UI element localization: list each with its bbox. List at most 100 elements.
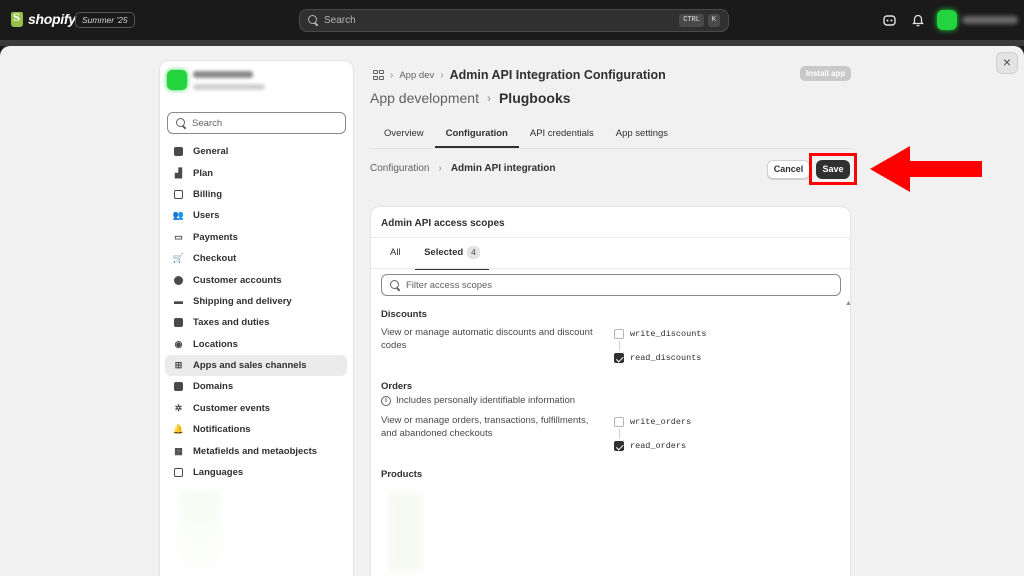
group-description-orders: View or manage orders, transactions, ful… [381,415,589,439]
sidebar-item-label: Taxes and duties [193,317,270,329]
app-tabs: Overview Configuration API credentials A… [373,120,679,150]
group-title-discounts: Discounts [381,309,427,320]
selected-count-badge: 4 [467,246,480,259]
sub-breadcrumb: Configuration › Admin API integration [370,163,555,174]
scope-dependency-line [619,429,620,439]
card-divider [371,268,850,269]
truck-icon: ▬ [174,296,183,307]
store-switcher[interactable] [937,10,1019,30]
tab-overview[interactable]: Overview [373,120,435,148]
sidebar-item-label: Customer accounts [193,274,282,286]
card-title: Admin API access scopes [381,218,505,229]
pii-notice: i Includes personally identifiable infor… [381,395,575,406]
close-icon: × [1002,54,1012,70]
apps-icon[interactable] [373,69,384,81]
taxes-icon [173,317,184,328]
edition-badge: Summer '25 [75,12,135,28]
search-placeholder: Search [324,15,356,26]
sidebar-store-header [167,68,265,90]
red-arrow-annotation [870,146,982,192]
events-icon: ✲ [174,402,183,413]
tab-app-settings[interactable]: App settings [605,120,679,148]
metafields-icon: ▦ [174,445,183,456]
access-scopes-card: Admin API access scopes All Selected 4 Fi… [370,206,852,576]
help-icon[interactable] [881,12,897,28]
scope-write-discounts[interactable]: write_discounts [614,329,707,339]
shopify-bag-icon [11,11,23,27]
sub-breadcrumb-configuration[interactable]: Configuration [370,163,429,174]
scope-read-discounts[interactable]: read_discounts [614,353,701,363]
breadcrumb-app-dev[interactable]: App dev [399,70,434,81]
checkbox-checked[interactable] [614,353,624,363]
sidebar-item-checkout[interactable]: 🛒 Checkout [165,248,347,269]
checkbox-unchecked[interactable] [614,329,624,339]
sidebar-item-label: Metafields and metaobjects [193,445,318,457]
sidebar-item-metafields[interactable]: ▦ Metafields and metaobjects [165,440,347,461]
store-avatar [937,10,957,30]
filter-scopes-input[interactable]: Filter access scopes [381,274,841,296]
heading-parent-link[interactable]: App development [370,90,479,106]
sidebar-item-customer-accounts[interactable]: Customer accounts [165,269,347,290]
sidebar-item-general[interactable]: General [165,141,347,162]
sidebar-item-users[interactable]: 👥 Users [165,205,347,226]
scope-label: read_discounts [630,353,702,363]
scope-read-orders[interactable]: read_orders [614,441,686,451]
breadcrumb: › App dev › Admin API Integration Config… [373,68,666,82]
global-search-input[interactable]: Search CTRL K [299,9,729,32]
sidebar-item-apps-and-sales-channels[interactable]: ⊞ Apps and sales channels [165,354,347,377]
billing-icon [173,189,184,200]
store-name-redacted [962,16,1018,24]
close-settings-button[interactable]: × [996,52,1018,74]
globe-icon [173,381,184,392]
group-description-discounts: View or manage automatic discounts and d… [381,327,593,351]
language-icon [173,467,184,478]
scroll-up-icon[interactable]: ▲ [845,300,852,307]
chevron-right-icon: › [486,91,491,105]
settings-search-input[interactable]: Search [167,112,346,134]
filter-placeholder: Filter access scopes [406,279,493,291]
sidebar-item-label: Notifications [193,424,251,436]
tab-all-scopes[interactable]: All [390,244,401,270]
checkbox-checked[interactable] [614,441,624,451]
scope-write-orders[interactable]: write_orders [614,417,691,427]
sidebar-item-label: Billing [193,188,223,200]
sidebar-item-label: Customer events [193,402,271,414]
sidebar-item-customer-events[interactable]: ✲ Customer events [165,398,347,419]
sub-breadcrumb-current: Admin API integration [450,163,556,174]
notifications-bell-icon[interactable] [910,12,926,28]
settings-search-placeholder: Search [192,117,223,129]
sidebar-item-taxes[interactable]: Taxes and duties [165,312,347,333]
location-icon: ◉ [174,338,183,349]
shortcut-ctrl-key: CTRL [679,14,704,27]
sidebar-item-label: Payments [193,231,238,243]
chevron-right-icon: › [440,69,444,81]
checkbox-unchecked[interactable] [614,417,624,427]
cancel-button[interactable]: Cancel [767,160,810,179]
sidebar-item-label: Apps and sales channels [193,360,307,372]
sidebar-item-notifications[interactable]: 🔔 Notifications [165,419,347,440]
tab-api-credentials[interactable]: API credentials [519,120,605,148]
payments-icon: ▭ [174,231,183,242]
sidebar-item-label: General [193,146,229,158]
sidebar-item-label: Plan [193,167,214,179]
sidebar-item-label: Shipping and delivery [193,295,292,307]
install-app-button[interactable]: Install app [800,66,851,81]
page-heading: App development › Plugbooks [370,90,571,106]
tab-selected-scopes[interactable]: Selected 4 [415,244,489,270]
sidebar-item-locations[interactable]: ◉ Locations [165,334,347,355]
sidebar-item-shipping[interactable]: ▬ Shipping and delivery [165,291,347,312]
shopify-logo[interactable]: shopify [11,11,76,27]
sidebar-item-plan[interactable]: ▟ Plan [165,162,347,183]
plan-icon: ▟ [175,167,182,178]
pii-notice-text: Includes personally identifiable informa… [396,395,576,406]
store-url-redacted [193,84,265,90]
sidebar-item-billing[interactable]: Billing [165,184,347,205]
search-icon [308,15,319,26]
scope-label: read_orders [630,441,687,451]
chevron-right-icon: › [438,163,442,174]
sidebar-item-languages[interactable]: Languages [165,462,347,483]
sidebar-item-payments[interactable]: ▭ Payments [165,227,347,248]
sidebar-item-domains[interactable]: Domains [165,376,347,397]
card-divider [371,237,850,238]
tab-configuration[interactable]: Configuration [434,120,519,148]
